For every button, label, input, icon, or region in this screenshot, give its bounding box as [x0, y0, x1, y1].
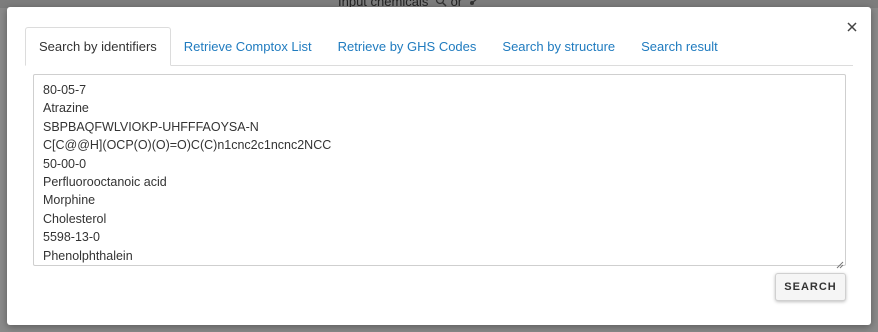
identifier-line: 50-00-0 — [43, 156, 87, 171]
search-button[interactable]: SEARCH — [775, 273, 846, 301]
search-dialog: Search by identifiers Retrieve Comptox L… — [7, 7, 871, 325]
identifier-line: Morphine — [43, 193, 96, 208]
tab-bar: Search by identifiers Retrieve Comptox L… — [25, 27, 853, 66]
identifier-line: 80-05-7 — [43, 83, 87, 97]
tab-search-by-identifiers[interactable]: Search by identifiers — [25, 27, 171, 66]
identifier-line: Atrazine — [43, 101, 89, 116]
identifier-line: Phenolphthalein — [43, 248, 133, 263]
identifier-line: Perfluorooctanoic acid — [43, 175, 167, 190]
identifier-line: 5598-13-0 — [43, 230, 100, 245]
tab-search-by-structure[interactable]: Search by structure — [489, 28, 628, 65]
tab-retrieve-by-ghs-codes[interactable]: Retrieve by GHS Codes — [325, 28, 490, 65]
identifier-line: C[C@@H](OCP(O)(O)=O)C(C)n1cnc2c1ncnc2NCC — [43, 138, 332, 153]
tab-search-result[interactable]: Search result — [628, 28, 731, 65]
identifiers-textarea[interactable]: 80-05-7 Atrazine SBPBAQFWLVIOKP-UHFFFAOY… — [33, 74, 846, 269]
identifiers-lines: 80-05-7 Atrazine SBPBAQFWLVIOKP-UHFFFAOY… — [34, 75, 845, 265]
tab-retrieve-comptox-list[interactable]: Retrieve Comptox List — [171, 28, 325, 65]
resize-handle-icon[interactable] — [836, 256, 844, 269]
identifier-line: Cholesterol — [43, 211, 107, 226]
identifier-line: SBPBAQFWLVIOKP-UHFFFAOYSA-N — [43, 119, 259, 134]
